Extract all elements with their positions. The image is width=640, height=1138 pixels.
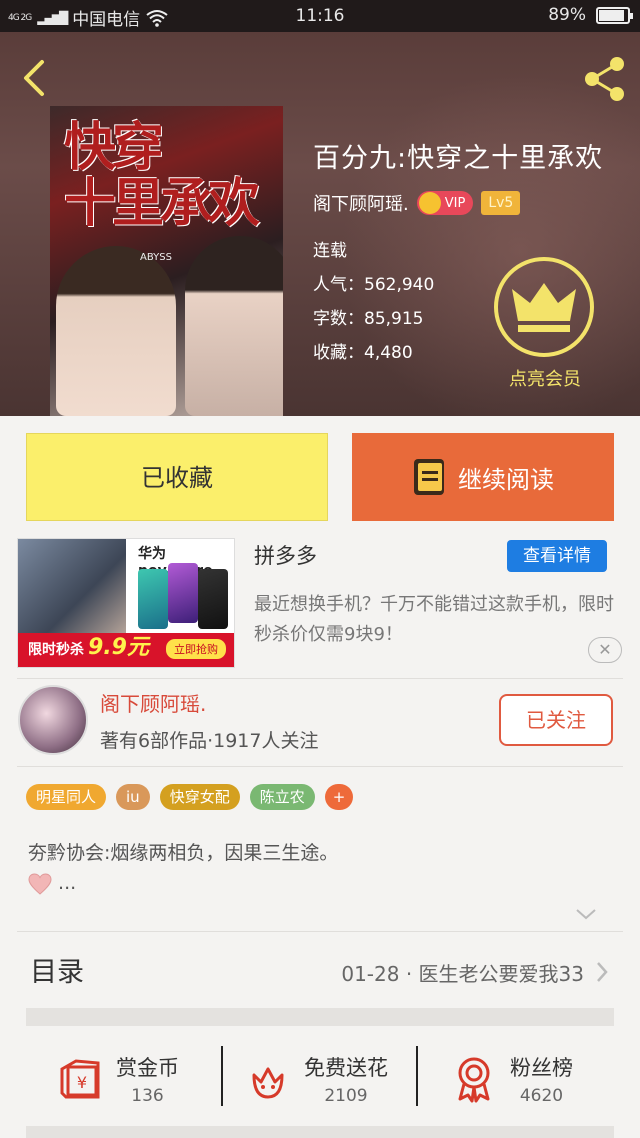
clock: 11:16 (295, 6, 345, 26)
ad-phone-3 (198, 569, 228, 629)
ad-phone-2 (168, 563, 198, 623)
level-badge: Lv5 (481, 191, 521, 215)
author-name[interactable]: 阁下顾阿瑶. (313, 190, 409, 216)
latest-chapter: 01-28 · 医生老公要爱我33 (341, 962, 584, 986)
synopsis-text: 夯黔协会:烟缘两相负，因果三生途。 (28, 842, 339, 864)
ad-cta: 立即抢购 (166, 639, 226, 659)
tag-item[interactable]: 明星同人 (26, 784, 107, 810)
follow-button[interactable]: 已关注 (499, 694, 613, 746)
ad-photo (18, 539, 126, 635)
member-button[interactable] (494, 257, 594, 357)
ad-promo-label: 限时秒杀 (28, 642, 84, 658)
flower-icon (252, 1067, 284, 1099)
stat-separator (416, 1046, 418, 1106)
word-count-stat: 字数：85,915 (313, 309, 424, 329)
bottom-stats: ¥ 赏金币 136 免费送花 2109 粉丝榜 4620 (26, 1026, 614, 1126)
member-label[interactable]: 点亮会员 (500, 365, 590, 391)
book-cover[interactable]: 快穿 十里承欢 ABYSS (50, 106, 283, 416)
ad-price: 9.9元 (88, 635, 149, 660)
chevron-down-icon[interactable] (574, 906, 598, 922)
chevron-right-icon (597, 962, 608, 982)
tag-item[interactable]: iu (116, 784, 150, 810)
battery-percent: 89% (548, 5, 586, 25)
collected-button[interactable]: 已收藏 (26, 433, 328, 521)
book-stats: 连载 人气：562,940 字数：85,915 收藏：4,480 (313, 234, 434, 370)
fan-ranking-value: 4620 (519, 1086, 564, 1106)
book-title: 百分九:快穿之十里承欢 (313, 143, 604, 174)
heart-icon (28, 872, 52, 895)
ad-image[interactable]: 华为nova5Pro 限时秒杀9.9元 立即抢购 (17, 538, 235, 668)
ad-promo-text: 限时秒杀 9.9元 (28, 629, 149, 661)
vip-label: VIP (444, 195, 466, 211)
divider (17, 678, 623, 679)
share-icon[interactable] (580, 54, 630, 104)
status-bar: 4G 2G ▂▄▆█ 中国电信 11:16 89% (0, 0, 640, 32)
free-flower-value: 2109 (324, 1086, 368, 1106)
cover-figure-right (185, 236, 283, 416)
divider (17, 766, 623, 767)
add-tag-button[interactable]: + (324, 784, 354, 810)
book-icon (414, 459, 444, 495)
cover-subtitle: ABYSS (140, 252, 172, 263)
stat-separator (221, 1046, 223, 1106)
ad-detail-button[interactable]: 查看详情 (507, 540, 607, 572)
svg-text:¥: ¥ (77, 1073, 87, 1092)
cover-figure-left (56, 246, 176, 416)
vip-badge: VIP (416, 191, 474, 215)
synopsis-more: ... (58, 872, 77, 894)
ad-brand: 拼多多 (254, 544, 317, 568)
tag-list: 明星同人 iu 快穿女配 陈立农 + (26, 784, 354, 810)
tag-item[interactable]: 快穿女配 (159, 784, 240, 810)
continue-reading-label: 继续阅读 (458, 465, 554, 494)
author-row: 阁下顾阿瑶. VIP Lv5 (313, 190, 521, 216)
continue-reading-button[interactable]: 继续阅读 (352, 433, 614, 521)
favorites-stat: 收藏：4,480 (313, 343, 413, 363)
reward-coins-button[interactable]: ¥ 赏金币 136 (56, 1044, 179, 1114)
ad-description: 最近想换手机？千万不能错过这款手机，限时秒杀价仅需9块9！ (254, 594, 614, 645)
ad-close-icon[interactable]: ✕ (588, 637, 622, 663)
tag-item[interactable]: 陈立农 (249, 784, 315, 810)
section-separator (26, 1126, 614, 1138)
free-flower-label: 免费送花 (304, 1056, 388, 1080)
fan-ranking-label: 粉丝榜 (510, 1056, 573, 1080)
medal-icon (458, 1057, 490, 1103)
book-header: 快穿 十里承欢 ABYSS 百分九:快穿之十里承欢 阁下顾阿瑶. VIP Lv5… (0, 32, 640, 416)
reward-coins-value: 136 (131, 1086, 164, 1106)
catalog-row[interactable]: 目录 01-28 · 医生老公要爱我33 (26, 932, 614, 1008)
red-envelope-icon: ¥ (60, 1059, 100, 1099)
reward-coins-label: 赏金币 (116, 1056, 179, 1080)
author-card-info: 著有6部作品·1917人关注 (100, 730, 319, 752)
avatar[interactable] (18, 685, 88, 755)
crown-icon (512, 283, 576, 332)
ad-phone-1 (138, 569, 168, 629)
synopsis[interactable]: 夯黔协会:烟缘两相负，因果三生途。 ... (28, 838, 618, 898)
free-flower-button[interactable]: 免费送花 2109 (244, 1044, 388, 1114)
author-card-name[interactable]: 阁下顾阿瑶. (100, 688, 206, 717)
popularity-stat: 人气：562,940 (313, 275, 435, 295)
fan-ranking-button[interactable]: 粉丝榜 4620 (450, 1044, 573, 1114)
section-separator (26, 1008, 614, 1026)
battery-icon (596, 6, 633, 24)
vip-crown-icon (418, 192, 441, 214)
catalog-label: 目录 (30, 957, 84, 988)
cover-title: 快穿 十里承欢 (64, 117, 260, 234)
serial-status: 连载 (313, 241, 347, 261)
back-icon[interactable] (16, 56, 52, 100)
